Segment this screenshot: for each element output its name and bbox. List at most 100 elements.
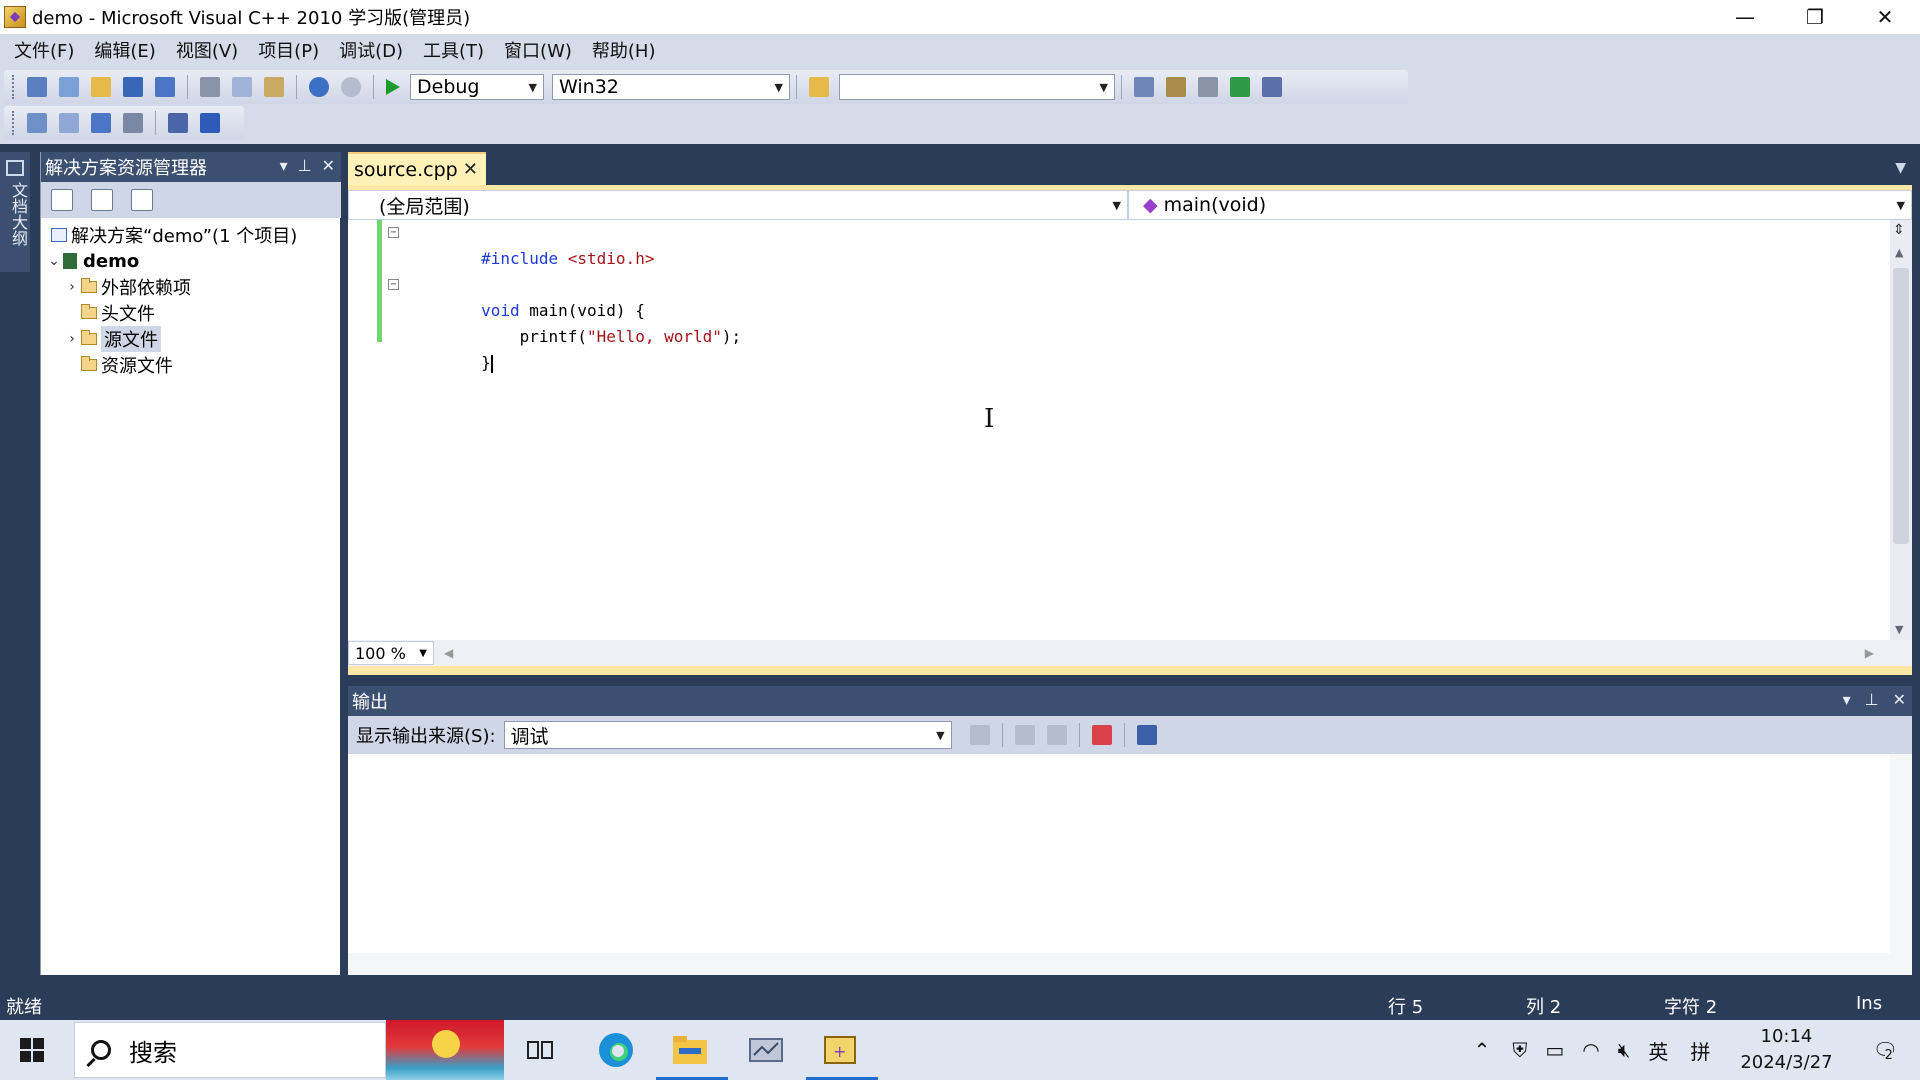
menu-debug[interactable]: 调试(D) <box>329 37 413 63</box>
menu-tools[interactable]: 工具(T) <box>413 37 494 63</box>
cut-icon[interactable] <box>200 77 220 97</box>
close-icon[interactable]: ✕ <box>322 156 335 175</box>
scroll-down-icon[interactable]: ▼ <box>1895 623 1903 636</box>
save-all-icon[interactable] <box>155 77 175 97</box>
collapse-icon[interactable]: − <box>388 279 399 290</box>
solution-config-select[interactable]: Debug ▼ <box>410 74 544 100</box>
menu-window[interactable]: 窗口(W) <box>494 37 582 63</box>
ime-language-indicator[interactable]: 英 <box>1648 1036 1668 1065</box>
tree-item-headers[interactable]: 头文件 <box>41 300 341 326</box>
security-icon[interactable]: ⛨ <box>1512 1038 1527 1062</box>
notification-center-icon[interactable]: 🗨︎2 <box>1873 1038 1898 1063</box>
find-combo[interactable]: ▼ <box>839 74 1115 100</box>
task-view-icon[interactable] <box>518 1028 562 1072</box>
edge-browser-icon[interactable] <box>594 1028 638 1072</box>
quick-info-icon[interactable] <box>91 113 111 133</box>
volume-icon[interactable]: 🔇︎ <box>1618 1038 1631 1062</box>
toolbar-grip[interactable] <box>12 111 15 135</box>
pin-icon[interactable]: ⊥ <box>298 156 312 175</box>
editor-vertical-scrollbar[interactable]: ⇕ ▲ ▼ <box>1890 220 1912 640</box>
toolbox-icon[interactable] <box>1198 77 1218 97</box>
properties-icon[interactable] <box>131 189 153 211</box>
refresh-icon[interactable] <box>91 189 113 211</box>
vs-app-icon[interactable] <box>4 6 26 28</box>
code-editor[interactable]: − #include <stdio.h> − void main(void) { p… <box>348 220 1912 640</box>
chevron-down-icon[interactable]: ▾ <box>1843 690 1851 709</box>
find-message-icon[interactable] <box>969 725 990 745</box>
function-select[interactable]: ◆ main(void) ▼ <box>1128 190 1912 220</box>
complete-word-icon[interactable] <box>123 113 143 133</box>
restore-button[interactable]: ❐ <box>1780 0 1850 34</box>
ime-mode-indicator[interactable]: 拼 <box>1690 1036 1710 1065</box>
save-icon[interactable] <box>123 77 143 97</box>
chevron-up-icon[interactable]: ⌃ <box>1474 1038 1491 1062</box>
scroll-right-icon[interactable]: ▶ <box>1865 646 1874 660</box>
taskbar-search-box[interactable]: 搜索 <box>74 1022 386 1078</box>
toolbar-grip[interactable] <box>12 75 15 99</box>
tree-item-sources[interactable]: › 源文件 <box>41 326 341 352</box>
chevron-right-icon[interactable]: › <box>63 279 81 295</box>
parameter-info-icon[interactable] <box>59 113 79 133</box>
zoom-select[interactable]: 100 % ▼ <box>348 641 434 665</box>
start-page-icon[interactable] <box>1230 77 1250 97</box>
properties-icon[interactable] <box>1166 77 1186 97</box>
menu-edit[interactable]: 编辑(E) <box>84 37 165 63</box>
visual-cpp-taskbar-icon[interactable]: + <box>806 1028 878 1080</box>
tree-item-project[interactable]: ⌄ demo <box>41 248 341 274</box>
word-wrap-icon[interactable] <box>1136 725 1157 745</box>
chevron-down-icon[interactable]: ▼ <box>1895 160 1906 176</box>
system-app-icon[interactable] <box>744 1028 788 1072</box>
comment-lines-icon[interactable] <box>168 113 188 133</box>
paste-icon[interactable] <box>264 77 284 97</box>
close-icon[interactable]: ✕ <box>1893 690 1906 709</box>
scroll-up-icon[interactable]: ▲ <box>1895 246 1903 259</box>
menu-project[interactable]: 项目(P) <box>248 37 329 63</box>
battery-icon[interactable]: ▭ <box>1545 1038 1564 1062</box>
chevron-down-icon[interactable]: ⌄ <box>45 253 63 269</box>
extension-manager-icon[interactable] <box>1262 77 1282 97</box>
scope-select[interactable]: (全局范围) ▼ <box>348 190 1128 220</box>
close-icon[interactable]: ✕ <box>463 159 478 180</box>
windows-start-icon[interactable] <box>20 1038 44 1062</box>
menu-help[interactable]: 帮助(H) <box>582 37 666 63</box>
tab-source-cpp[interactable]: source.cpp ✕ <box>348 152 486 185</box>
solution-platform-select[interactable]: Win32 ▼ <box>552 74 790 100</box>
menu-view[interactable]: 视图(V) <box>166 37 248 63</box>
solution-explorer-icon[interactable] <box>1134 77 1154 97</box>
scroll-left-icon[interactable]: ◀ <box>444 646 453 660</box>
next-message-icon[interactable] <box>1046 725 1067 745</box>
document-outline-tab[interactable]: 文档大纲 <box>0 152 30 272</box>
clear-all-icon[interactable] <box>1091 725 1112 745</box>
chevron-down-icon[interactable]: ▾ <box>280 156 288 175</box>
copy-icon[interactable] <box>232 77 252 97</box>
start-debugging-icon[interactable] <box>386 79 400 95</box>
show-all-files-icon[interactable] <box>51 189 73 211</box>
tree-item-resources[interactable]: 资源文件 <box>41 352 341 378</box>
tree-item-solution[interactable]: 解决方案“demo”(1 个项目) <box>41 222 341 248</box>
code-text[interactable]: − #include <stdio.h> − void main(void) { p… <box>388 220 741 373</box>
output-horizontal-scrollbar[interactable] <box>348 953 1912 975</box>
find-in-files-icon[interactable] <box>809 77 829 97</box>
display-object-member-list-icon[interactable] <box>27 113 47 133</box>
collapse-icon[interactable]: − <box>388 227 399 238</box>
search-highlight-image[interactable] <box>386 1020 504 1080</box>
open-file-icon[interactable] <box>91 77 111 97</box>
minimize-button[interactable]: — <box>1710 0 1780 34</box>
output-vertical-scrollbar[interactable] <box>1890 754 1912 953</box>
previous-message-icon[interactable] <box>1014 725 1035 745</box>
menu-file[interactable]: 文件(F) <box>4 37 84 63</box>
scrollbar-thumb[interactable] <box>1893 268 1909 544</box>
chevron-right-icon[interactable]: › <box>63 331 81 347</box>
new-project-icon[interactable] <box>27 77 47 97</box>
file-explorer-icon[interactable] <box>656 1028 728 1080</box>
output-source-select[interactable]: 调试 ▼ <box>503 721 952 749</box>
split-handle-icon[interactable]: ⇕ <box>1893 222 1905 238</box>
wifi-icon[interactable]: ◠ <box>1582 1038 1599 1062</box>
output-text-area[interactable] <box>348 754 1912 975</box>
tree-item-external-deps[interactable]: › 外部依赖项 <box>41 274 341 300</box>
redo-icon[interactable] <box>341 77 361 97</box>
uncomment-lines-icon[interactable] <box>200 113 220 133</box>
close-button[interactable]: ✕ <box>1850 0 1920 34</box>
taskbar-clock[interactable]: 10:14 2024/3/27 <box>1740 1024 1832 1076</box>
pin-icon[interactable]: ⊥ <box>1865 690 1879 709</box>
